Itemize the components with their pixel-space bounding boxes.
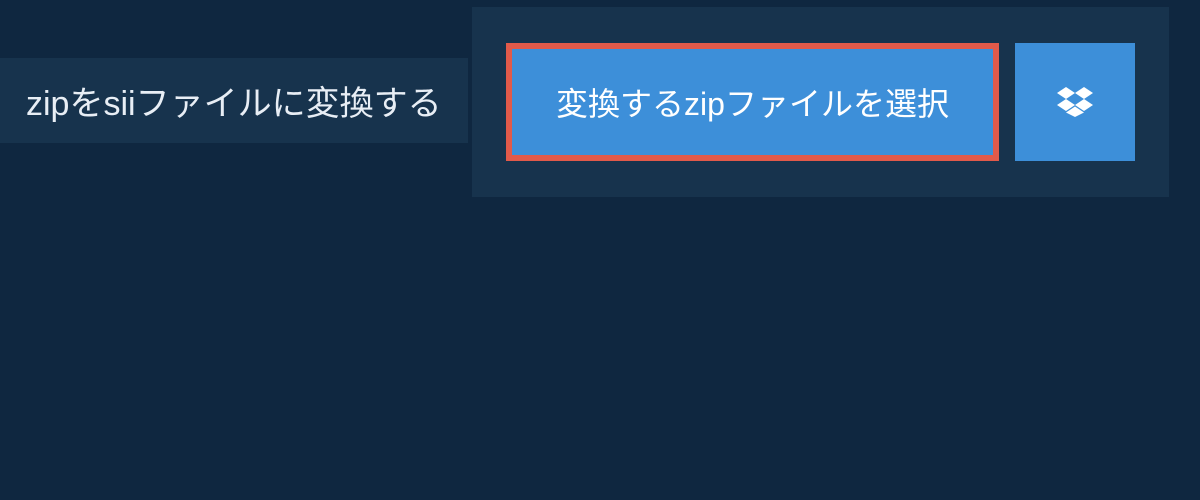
page-title: zipをsiiファイルに変換する xyxy=(26,76,442,125)
button-row: 変換するzipファイルを選択 xyxy=(506,43,1135,161)
dropbox-button[interactable] xyxy=(1015,43,1135,161)
header-bar: zipをsiiファイルに変換する xyxy=(0,58,468,143)
select-file-label: 変換するzipファイルを選択 xyxy=(556,79,949,125)
button-area: 変換するzipファイルを選択 xyxy=(472,7,1169,197)
select-file-button[interactable]: 変換するzipファイルを選択 xyxy=(506,43,999,161)
dropbox-icon xyxy=(1057,86,1093,118)
